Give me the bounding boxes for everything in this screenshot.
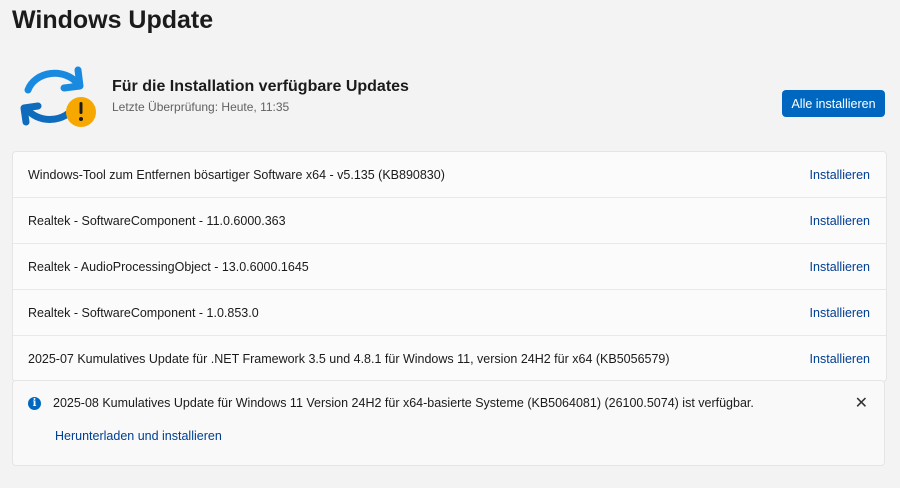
install-link[interactable]: Installieren xyxy=(810,168,870,182)
info-icon: i xyxy=(28,397,41,410)
update-name: 2025-07 Kumulatives Update für .NET Fram… xyxy=(28,351,670,366)
update-name: Windows-Tool zum Entfernen bösartiger So… xyxy=(28,167,445,182)
info-message: 2025-08 Kumulatives Update für Windows 1… xyxy=(53,396,754,410)
updates-list: Windows-Tool zum Entfernen bösartiger So… xyxy=(12,151,887,382)
install-all-button[interactable]: Alle installieren xyxy=(782,90,885,117)
update-row: Realtek - SoftwareComponent - 11.0.6000.… xyxy=(13,197,886,243)
update-row: Realtek - AudioProcessingObject - 13.0.6… xyxy=(13,243,886,289)
install-link[interactable]: Installieren xyxy=(810,306,870,320)
close-icon[interactable]: ✕ xyxy=(855,393,868,413)
install-link[interactable]: Installieren xyxy=(810,214,870,228)
last-check-text: Letzte Überprüfung: Heute, 11:35 xyxy=(112,100,290,114)
update-name: Realtek - SoftwareComponent - 11.0.6000.… xyxy=(28,213,286,228)
sync-warning-icon xyxy=(20,62,98,132)
update-row: Realtek - SoftwareComponent - 1.0.853.0 I… xyxy=(13,289,886,335)
update-row: Windows-Tool zum Entfernen bösartiger So… xyxy=(13,152,886,197)
updates-heading: Für die Installation verfügbare Updates xyxy=(112,78,409,95)
update-name: Realtek - SoftwareComponent - 1.0.853.0 xyxy=(28,305,259,320)
install-link[interactable]: Installieren xyxy=(810,260,870,274)
install-link[interactable]: Installieren xyxy=(810,352,870,366)
download-install-link[interactable]: Herunterladen und installieren xyxy=(55,429,222,443)
update-row: 2025-07 Kumulatives Update für .NET Fram… xyxy=(13,335,886,381)
page-title: Windows Update xyxy=(12,6,214,34)
info-bar: i 2025-08 Kumulatives Update für Windows… xyxy=(12,380,885,466)
update-name: Realtek - AudioProcessingObject - 13.0.6… xyxy=(28,259,309,274)
